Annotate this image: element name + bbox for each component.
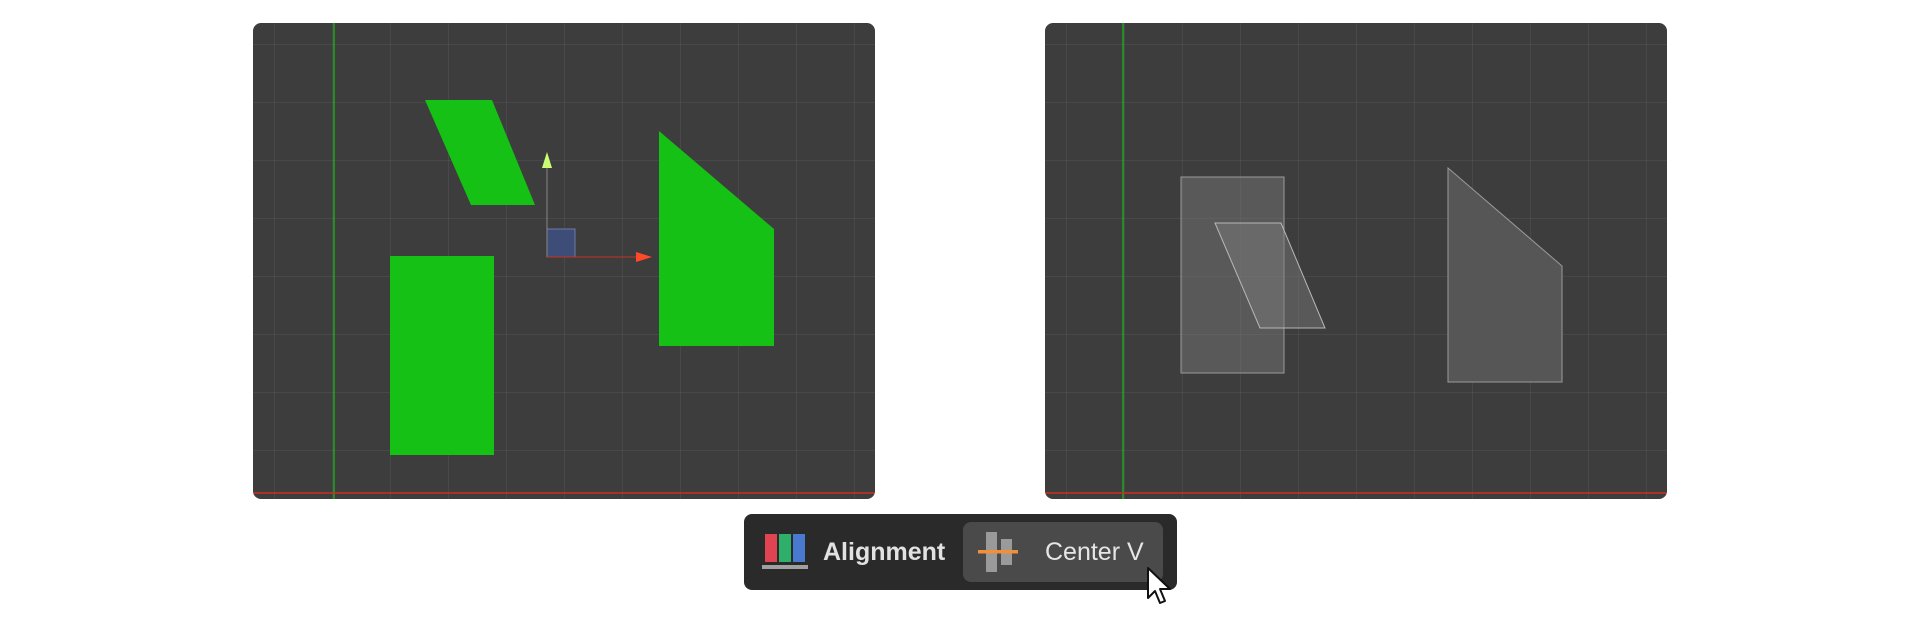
parallelogram-shape[interactable] [425, 100, 535, 205]
gizmo-plane-handle[interactable] [546, 228, 576, 258]
transform-gizmo[interactable] [542, 152, 652, 262]
viewport-before[interactable] [253, 23, 875, 499]
gizmo-y-arrow-icon[interactable] [542, 152, 552, 168]
alignment-palette-icon [762, 534, 808, 569]
pentagon-shape[interactable] [659, 131, 774, 346]
alignment-toolbar: Alignment Center V [744, 514, 1177, 590]
center-v-button[interactable]: Center V [963, 522, 1163, 582]
toolbar-title: Alignment [823, 538, 946, 566]
viewport-after-canvas [1045, 23, 1667, 499]
gizmo-x-arrow-icon[interactable] [636, 252, 652, 262]
center-v-label: Center V [1045, 538, 1144, 566]
pentagon-shape[interactable] [1447, 166, 1563, 383]
mouse-pointer-icon [1147, 567, 1171, 604]
align-center-vertical-icon [978, 532, 1018, 572]
rectangle-shape[interactable] [390, 256, 494, 455]
viewport-before-canvas [253, 23, 875, 499]
viewport-after[interactable] [1045, 23, 1667, 499]
